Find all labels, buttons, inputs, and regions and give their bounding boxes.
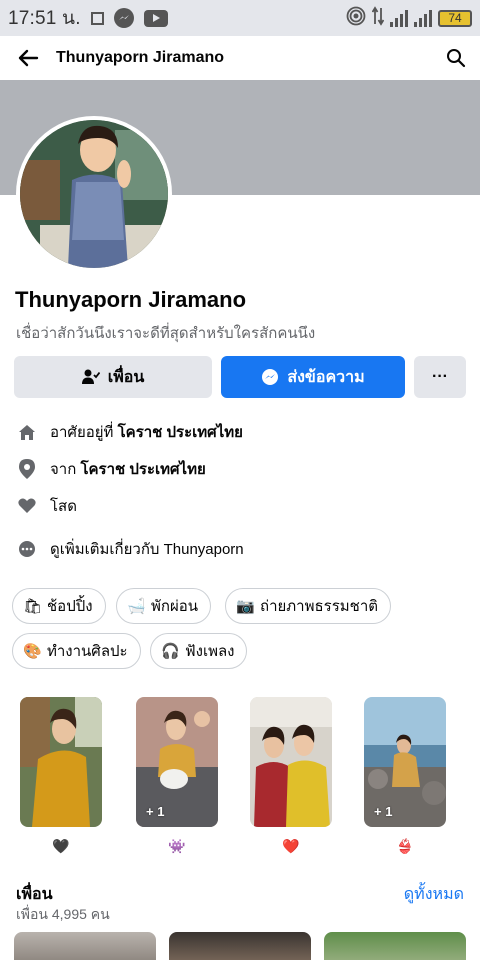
featured-count: + 1	[146, 804, 165, 819]
hobby-chip-photography[interactable]: 📷 ถ่ายภาพธรรมชาติ	[225, 588, 391, 624]
info-relationship-value: โสด	[50, 498, 77, 515]
location-pin-icon	[16, 458, 38, 480]
battery-icon: 74	[438, 9, 472, 27]
featured-item[interactable]: + 1	[364, 697, 446, 827]
heart-icon	[16, 495, 38, 517]
message-button-label: ส่งข้อความ	[287, 368, 365, 386]
bathtub-icon: 🛁	[127, 598, 146, 615]
friend-thumbnail[interactable]	[324, 932, 466, 960]
shopping-bag-icon: 🛍	[23, 598, 43, 615]
arrow-left-icon	[18, 49, 39, 67]
hotspot-icon	[346, 6, 366, 31]
search-button[interactable]	[432, 36, 480, 80]
messenger-icon	[113, 8, 134, 28]
see-all-friends-link[interactable]: ดูทั้งหมด	[404, 882, 464, 907]
profile-avatar[interactable]	[16, 116, 172, 272]
featured-item[interactable]	[20, 697, 102, 827]
friend-thumbnail[interactable]	[14, 932, 156, 960]
square-icon	[90, 11, 104, 25]
friend-check-icon	[81, 369, 100, 384]
info-see-more[interactable]: ดูเพิ่มเติมเกี่ยวกับ Thunyaporn	[16, 537, 244, 561]
info-see-more-label[interactable]: ดูเพิ่มเติมเกี่ยวกับ Thunyaporn	[50, 537, 244, 561]
message-button[interactable]: ส่งข้อความ	[221, 356, 405, 398]
signal-2-icon	[414, 9, 432, 27]
featured-item[interactable]: + 1	[136, 697, 218, 827]
info-relationship: โสด	[16, 494, 77, 518]
info-from: จาก โคราช ประเทศไทย	[16, 457, 206, 481]
info-lives-in: อาศัยอยู่ที่ โคราช ประเทศไทย	[16, 420, 243, 444]
featured-count: + 1	[374, 804, 393, 819]
info-lives-prefix: อาศัยอยู่ที่	[50, 424, 118, 441]
youtube-icon	[143, 9, 168, 27]
top-header: Thunyaporn Jiramano	[0, 36, 480, 80]
hobby-label: ทำงานศิลปะ	[47, 643, 128, 660]
profile-name: Thunyaporn Jiramano	[15, 287, 247, 312]
back-button[interactable]	[0, 36, 56, 80]
header-title: Thunyaporn Jiramano	[56, 49, 225, 66]
friend-thumbnail[interactable]	[169, 932, 311, 960]
hobby-label: ฟังเพลง	[185, 643, 235, 660]
status-time: 17:51 น.	[8, 8, 81, 29]
more-dots-icon	[16, 538, 38, 560]
friends-button-label: เพื่อน	[107, 368, 145, 386]
avatar-photo	[20, 120, 168, 268]
data-arrows-icon	[371, 5, 385, 31]
featured-emoji: 👾	[168, 838, 186, 854]
palette-icon: 🎨	[23, 643, 42, 660]
hobby-chip-relax[interactable]: 🛁 พักผ่อน	[116, 588, 212, 624]
profile-bio: เชื่อว่าสักวันนึงเราจะดีที่สุดสำหรับใครส…	[16, 325, 316, 342]
status-bar: 17:51 น. 74	[0, 0, 480, 36]
featured-emoji: ❤️	[282, 838, 300, 854]
info-from-prefix: จาก	[50, 461, 81, 478]
info-lives-value[interactable]: โคราช ประเทศไทย	[118, 424, 243, 441]
headphones-icon: 🎧	[161, 643, 180, 660]
more-button[interactable]: ···	[414, 356, 466, 398]
hobby-chip-music[interactable]: 🎧 ฟังเพลง	[150, 633, 248, 669]
messenger-icon	[262, 369, 279, 385]
hobby-chip-art[interactable]: 🎨 ทำงานศิลปะ	[12, 633, 141, 669]
hobby-label: ถ่ายภาพธรรมชาติ	[260, 598, 378, 615]
camera-icon: 📷	[236, 598, 255, 615]
more-icon: ···	[432, 368, 448, 385]
signal-icon	[390, 9, 408, 27]
featured-emoji: 👙	[396, 838, 414, 854]
hobby-label: พักผ่อน	[151, 598, 199, 615]
home-icon	[16, 421, 38, 443]
hobby-label: ช้อปปิ้ง	[47, 598, 93, 615]
profile-actions: เพื่อน ส่งข้อความ ···	[14, 356, 466, 398]
search-icon	[447, 49, 466, 68]
friends-button[interactable]: เพื่อน	[14, 356, 212, 398]
hobby-chip-shopping[interactable]: 🛍 ช้อปปิ้ง	[12, 588, 106, 624]
featured-emoji: 🖤	[52, 838, 70, 854]
friends-count: เพื่อน 4,995 คน	[16, 906, 110, 922]
featured-item[interactable]	[250, 697, 332, 827]
info-from-value[interactable]: โคราช ประเทศไทย	[80, 461, 205, 478]
